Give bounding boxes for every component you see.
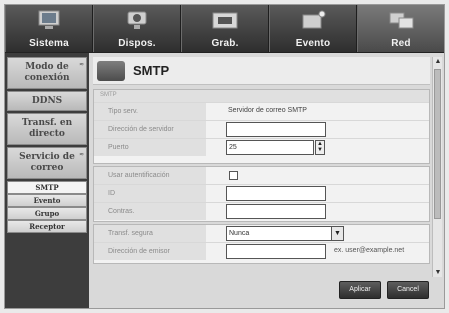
auth-panel: Usar autentificación ID Contras. (93, 166, 430, 222)
sidebar-item-mail-service[interactable]: ≈ Servicio de correo (7, 147, 87, 179)
tab-red[interactable]: Red (357, 5, 444, 52)
page-header: SMTP (93, 57, 430, 85)
port-stepper[interactable]: ▲ ▼ (315, 140, 325, 155)
expand-marker-icon: ≈ (78, 61, 84, 68)
sidebar-subitem-label: Grupo (34, 209, 60, 218)
sidebar-item-label: Transf. en directo (21, 118, 73, 139)
section-label: SMTP (100, 92, 117, 98)
field-label: Usar autentificación (94, 167, 206, 184)
mail-server-icon (97, 61, 125, 81)
sender-address-input[interactable] (226, 244, 326, 259)
setup-window: Sistema Dispos. Grab. Evento Red ≈ Modo … (4, 4, 445, 309)
sidebar-item-ddns[interactable]: DDNS (7, 91, 87, 111)
sidebar: ≈ Modo de conexión DDNS Transf. en direc… (5, 53, 89, 308)
field-label: Dirección de servidor (94, 121, 206, 138)
row-secure-transfer: Transf. segura Nunca ▼ (94, 225, 429, 243)
sidebar-item-connection-mode[interactable]: ≈ Modo de conexión (7, 57, 87, 89)
scroll-thumb[interactable] (434, 69, 441, 219)
scroll-down-icon[interactable]: ▼ (433, 269, 443, 276)
scroll-up-icon[interactable]: ▲ (433, 58, 443, 65)
tab-grab[interactable]: Grab. (181, 5, 269, 52)
tab-evento[interactable]: Evento (269, 5, 357, 52)
field-label: Transf. segura (94, 225, 206, 242)
sidebar-subitem-evento[interactable]: Evento (7, 194, 87, 207)
server-panel: SMTP Tipo serv. Servidor de correo SMTP … (93, 89, 430, 164)
field-label: ID (94, 185, 206, 202)
secure-transfer-select[interactable]: Nunca (226, 226, 332, 241)
row-server-address: Dirección de servidor (94, 121, 429, 139)
top-navigation: Sistema Dispos. Grab. Evento Red (5, 5, 444, 53)
id-input[interactable] (226, 186, 326, 201)
port-input[interactable]: 25 (226, 140, 314, 155)
row-use-auth: Usar autentificación (94, 167, 429, 185)
section-header: SMTP (94, 90, 429, 103)
tab-label: Dispos. (118, 38, 156, 49)
field-label: Puerto (94, 139, 206, 156)
row-password: Contras. (94, 203, 429, 221)
recording-icon (212, 12, 238, 29)
sidebar-item-label: Modo de conexión (24, 62, 70, 83)
row-id: ID (94, 185, 429, 203)
use-auth-checkbox[interactable] (229, 171, 238, 180)
tab-label: Grab. (211, 38, 239, 49)
row-server-type: Tipo serv. Servidor de correo SMTP (94, 103, 429, 121)
row-port: Puerto 25 ▲ ▼ (94, 139, 429, 157)
sidebar-subitem-label: SMTP (35, 183, 59, 192)
tab-label: Red (391, 38, 411, 49)
row-sender-address: Dirección de emisor ex. user@example.net (94, 243, 429, 261)
scrollbar[interactable]: ▲ ▼ (432, 57, 442, 277)
page-title: SMTP (133, 63, 170, 78)
field-label: Dirección de emisor (94, 243, 206, 260)
sidebar-item-live-transfer[interactable]: Transf. en directo (7, 113, 87, 145)
password-input[interactable] (226, 204, 326, 219)
field-label: Contras. (94, 203, 206, 220)
camera-icon (127, 11, 147, 29)
server-address-input[interactable] (226, 122, 326, 137)
network-icon (389, 12, 414, 29)
sidebar-item-label: DDNS (31, 96, 63, 106)
tab-dispos[interactable]: Dispos. (93, 5, 181, 52)
monitor-icon (38, 10, 60, 29)
sender-panel: Transf. segura Nunca ▼ Dirección de emis… (93, 224, 430, 264)
cancel-button[interactable]: Cancel (387, 281, 429, 299)
chevron-down-icon[interactable]: ▼ (331, 226, 344, 241)
apply-button[interactable]: Aplicar (339, 281, 381, 299)
sender-address-hint: ex. user@example.net (334, 247, 405, 254)
sidebar-subitem-label: Evento (33, 196, 61, 205)
server-type-value: Servidor de correo SMTP (228, 107, 307, 114)
tab-label: Evento (295, 38, 331, 49)
field-label: Tipo serv. (94, 103, 206, 120)
sidebar-subitem-grupo[interactable]: Grupo (7, 207, 87, 220)
tab-label: Sistema (29, 38, 69, 49)
sidebar-subitem-label: Receptor (29, 222, 65, 231)
sidebar-subitem-smtp[interactable]: SMTP (7, 181, 87, 194)
main-content: SMTP ▲ ▼ SMTP Tipo serv. Servidor de cor… (89, 53, 444, 308)
tab-sistema[interactable]: Sistema (5, 5, 93, 52)
sidebar-item-label: Servicio de correo (19, 152, 75, 173)
sidebar-subitem-receptor[interactable]: Receptor (7, 220, 87, 233)
alarm-icon (302, 10, 326, 29)
expand-marker-icon: ≈ (78, 151, 84, 158)
